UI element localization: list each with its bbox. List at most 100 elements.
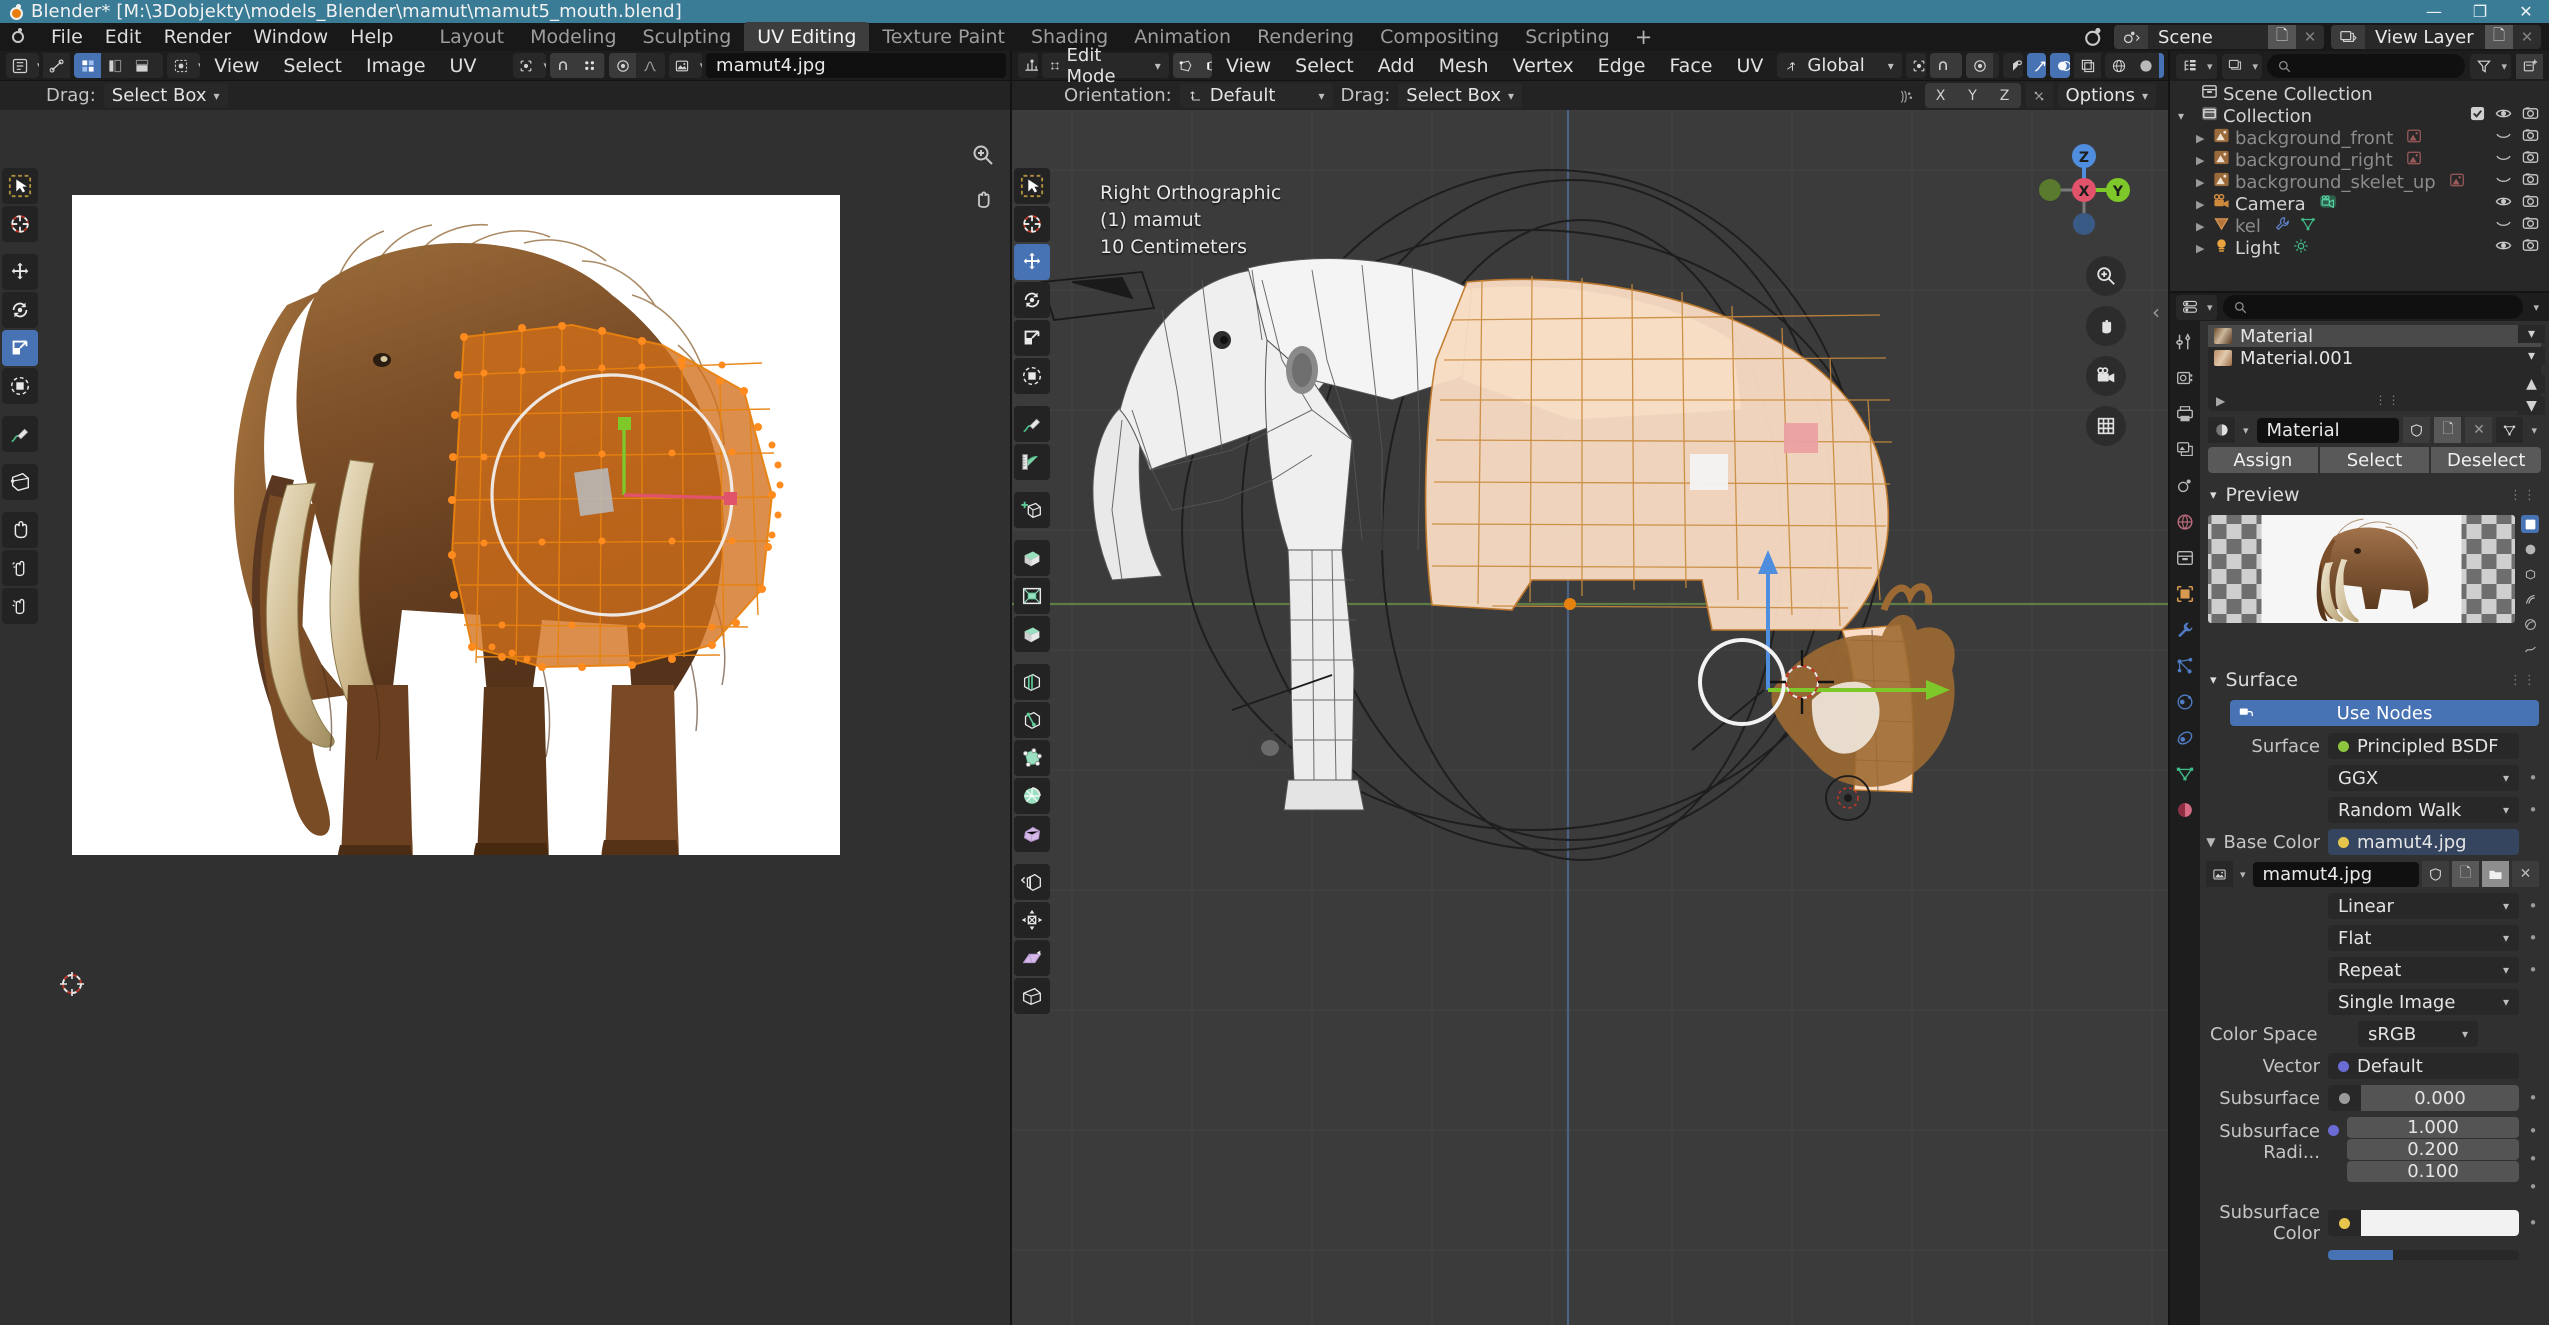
view3d-menu-edge[interactable]: Edge — [1588, 53, 1656, 79]
surface-shader-dropdown[interactable]: Principled BSDF — [2328, 733, 2519, 759]
move-slot-up-button[interactable]: ▲ — [2518, 375, 2545, 393]
uv-menu-image[interactable]: Image — [356, 53, 436, 79]
disclosure-triangle-icon[interactable]: ▶ — [2178, 220, 2208, 233]
workspace-tab-modeling[interactable]: Modeling — [517, 22, 629, 52]
view3d-menu-uv[interactable]: UV — [1726, 53, 1773, 79]
tab-particles[interactable] — [2174, 655, 2196, 677]
sticky-chevron-icon[interactable]: ▾ — [194, 59, 200, 72]
preview-shaderball-icon[interactable] — [2521, 615, 2539, 633]
fake-user-shield-icon[interactable] — [2403, 417, 2431, 443]
uv-snap-group[interactable]: ▾ — [549, 53, 606, 78]
subsurface-color-value[interactable] — [2361, 1210, 2519, 1236]
viewport-camera-button[interactable] — [2086, 356, 2126, 396]
uv-proportional-edit-group[interactable]: ▾ — [609, 53, 665, 78]
material-mesh-data-icon[interactable] — [2496, 417, 2524, 443]
uv-image-name-field[interactable]: mamut4.jpg — [706, 53, 1007, 78]
vertex-select-mode-icon[interactable] — [1172, 53, 1200, 78]
viewport-pan-button[interactable] — [2086, 306, 2126, 346]
subsurface-method-anim-dot[interactable]: • — [2527, 801, 2539, 819]
uv-tool-grab-hand[interactable] — [2, 512, 38, 548]
uv-tool-tweak[interactable] — [2, 168, 38, 204]
tool-transform[interactable] — [1014, 358, 1050, 394]
properties-type-icon[interactable] — [2176, 294, 2203, 320]
material-mesh-chevron-icon[interactable]: ▾ — [2527, 424, 2541, 437]
sticky-selection-icon[interactable] — [167, 53, 194, 78]
tool-measure[interactable] — [1014, 444, 1050, 480]
tab-tool[interactable] — [2174, 331, 2196, 353]
slot-list-grip[interactable]: ⋮⋮ — [2375, 393, 2401, 407]
remove-view-layer-button[interactable]: ✕ — [2513, 25, 2541, 49]
outliner-type-chevron-icon[interactable]: ▾ — [2203, 60, 2217, 73]
scene-selector[interactable]: Scene 🗋 ✕ — [2114, 25, 2324, 49]
transform-orientation-dropdown[interactable]: Global ▾ — [1777, 53, 1902, 78]
solid-shading-icon[interactable] — [2132, 53, 2160, 78]
tool-move[interactable] — [1014, 244, 1050, 280]
blender-menu-icon[interactable] — [8, 27, 30, 47]
panel-divider-outliner-properties[interactable] — [2170, 291, 2549, 293]
distribution-dropdown[interactable]: GGX ▾ — [2328, 765, 2519, 791]
pivot-chevron-icon[interactable]: ▾ — [540, 59, 546, 72]
material-slot-1[interactable]: Material.001 — [2208, 347, 2541, 369]
maximize-button[interactable]: ❐ — [2457, 0, 2503, 23]
slot-specials-triangle-icon[interactable]: ▶ — [2216, 394, 2225, 408]
tool-edge-slide[interactable] — [1014, 864, 1050, 900]
outliner-row-camera[interactable]: ▶ Camera — [2170, 193, 2549, 215]
image-fake-user-icon[interactable] — [2422, 861, 2449, 887]
checkbox-icon[interactable] — [2470, 105, 2485, 127]
uv-tool-relax[interactable] — [2, 550, 38, 586]
uv-face-select-icon[interactable] — [128, 53, 156, 78]
tool-extrude[interactable] — [1014, 540, 1050, 576]
vector-input[interactable]: Default — [2328, 1053, 2519, 1079]
view-layer-name[interactable]: View Layer — [2365, 27, 2485, 48]
uv-tool-transform[interactable] — [2, 368, 38, 404]
properties-type-chevron-icon[interactable]: ▾ — [2203, 301, 2217, 314]
tool-cursor[interactable] — [1014, 206, 1050, 242]
show-overlays-icon[interactable] — [2050, 53, 2071, 78]
unlink-material-icon[interactable]: ✕ — [2465, 417, 2493, 443]
uv-image-browse-group[interactable]: ▾ — [668, 53, 703, 78]
view3d-menu-vertex[interactable]: Vertex — [1503, 53, 1584, 79]
outliner-filter-group[interactable]: ▾ — [2470, 53, 2511, 79]
camera-render-icon[interactable] — [2522, 149, 2539, 171]
properties-search-input[interactable] — [2222, 295, 2524, 319]
tab-material[interactable] — [2174, 799, 2196, 821]
viewport-zoom-button[interactable] — [2086, 256, 2126, 296]
tool-tweak[interactable] — [1014, 168, 1050, 204]
camera-render-icon[interactable] — [2522, 105, 2539, 127]
mesh-select-mode-group[interactable] — [1172, 53, 1213, 78]
outliner-row-background-skelet-up[interactable]: ▶ background_skelet_up — [2170, 171, 2549, 193]
mirror-axis-x[interactable]: X — [1924, 83, 1957, 108]
view3d-menu-select[interactable]: Select — [1285, 53, 1364, 79]
interpolation-anim-dot[interactable]: • — [2527, 897, 2539, 915]
menu-render[interactable]: Render — [153, 23, 243, 51]
material-preview-shading-icon[interactable] — [2159, 53, 2165, 78]
uv-menu-select[interactable]: Select — [273, 53, 352, 79]
material-browse-chevron-icon[interactable]: ▾ — [2239, 424, 2253, 437]
select-button[interactable]: Select — [2319, 447, 2430, 473]
image-data-icon[interactable] — [2406, 128, 2422, 149]
view3d-pivot-group[interactable]: ▾ — [1905, 53, 1926, 78]
falloff-curve-icon[interactable] — [636, 53, 664, 78]
subsurface-radius-z[interactable]: 0.100 — [2347, 1161, 2519, 1182]
mirror-axis-z[interactable]: Z — [1988, 83, 2021, 108]
workspace-tab-texture-paint[interactable]: Texture Paint — [869, 22, 1018, 52]
navigation-gizmo[interactable]: Z X Y — [2032, 138, 2136, 242]
view3d-proportional-icon[interactable] — [1966, 53, 1994, 78]
outliner-type-icon[interactable] — [2176, 53, 2203, 79]
disclosure-triangle-icon[interactable]: ▶ — [2178, 242, 2208, 255]
filter-icon[interactable] — [2470, 53, 2498, 79]
viewport-canvas[interactable]: Right Orthographic (1) mamut 10 Centimet… — [1012, 110, 2170, 1325]
interpolation-dropdown[interactable]: Linear ▾ — [2328, 893, 2519, 919]
extension-dropdown[interactable]: Repeat ▾ — [2328, 957, 2519, 983]
uv-tool-move[interactable] — [2, 254, 38, 290]
workspace-tab-compositing[interactable]: Compositing — [1367, 22, 1512, 52]
preview-cloth-icon[interactable] — [2521, 640, 2539, 658]
base-color-link-field[interactable]: mamut4.jpg — [2328, 829, 2519, 855]
subsurface-slider[interactable]: 0.000 — [2328, 1085, 2519, 1111]
uv-sticky-selection-group[interactable]: ▾ — [167, 53, 201, 78]
new-view-layer-button[interactable]: 🗋 — [2485, 25, 2513, 49]
remove-material-slot-button[interactable]: ▾ — [2518, 347, 2545, 365]
editor-type-chevron-icon[interactable]: ▾ — [33, 59, 39, 72]
outliner-display-mode-icon[interactable] — [2221, 53, 2249, 79]
radius-x-anim-dot[interactable]: • — [2527, 1122, 2539, 1140]
